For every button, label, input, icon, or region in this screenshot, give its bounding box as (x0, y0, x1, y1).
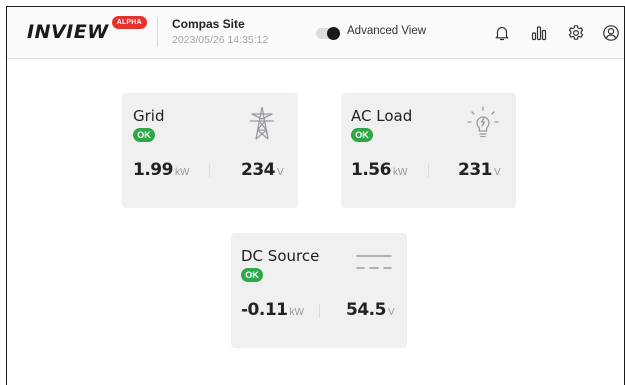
logo-text: INVIEW (27, 21, 109, 43)
ac-load-card[interactable]: AC Load OK 1.56 kW 231 V (341, 93, 516, 208)
advanced-view-label: Advanced View (347, 25, 427, 37)
power-readout: 1.56 kW (351, 160, 407, 180)
chart-icon[interactable] (527, 21, 551, 45)
voltage-unit: V (494, 167, 501, 178)
voltage-value: 54.5 (346, 300, 386, 320)
value-separator (209, 164, 210, 178)
settings-icon[interactable] (564, 21, 588, 45)
logo[interactable]: INVIEW ALPHA (27, 16, 147, 43)
voltage-value: 231 (458, 160, 493, 180)
power-value: 1.56 (351, 160, 391, 180)
site-timestamp: 2023/05/26 14:35:12 (172, 34, 269, 46)
dc-source-card[interactable]: DC Source OK -0.11 kW 54.5 V (231, 233, 407, 348)
card-title: DC Source (241, 247, 320, 265)
voltage-readout: 234 V (241, 160, 284, 180)
grid-card[interactable]: Grid OK 1.99 kW 234 V (122, 93, 298, 208)
site-name: Compas Site (172, 17, 245, 31)
power-unit: kW (392, 167, 408, 178)
transmission-tower-icon (246, 105, 278, 146)
power-readout: -0.11 kW (241, 300, 304, 320)
voltage-unit: V (387, 307, 395, 318)
toggle-knob (327, 27, 340, 40)
power-unit: kW (289, 307, 304, 318)
user-icon[interactable] (599, 21, 623, 45)
status-badge: OK (241, 268, 263, 282)
bell-icon[interactable] (490, 21, 514, 45)
advanced-view-toggle[interactable] (316, 27, 340, 40)
site-info: Compas Site 2023/05/26 14:35:12 (172, 17, 268, 47)
power-unit: kW (174, 167, 190, 178)
header-divider (157, 17, 158, 47)
card-title: AC Load (351, 107, 413, 125)
value-separator (319, 304, 320, 318)
card-title: Grid (133, 107, 165, 125)
value-separator (428, 164, 429, 178)
status-badge: OK (351, 128, 373, 142)
power-value: -0.11 (241, 300, 288, 320)
voltage-readout: 231 V (458, 160, 501, 180)
voltage-readout: 54.5 V (346, 300, 395, 320)
app-window: INVIEW ALPHA Compas Site 2023/05/26 14:3… (6, 6, 625, 385)
power-value: 1.99 (133, 160, 173, 180)
dc-symbol-icon (356, 253, 392, 280)
top-bar: INVIEW ALPHA Compas Site 2023/05/26 14:3… (7, 7, 624, 59)
power-readout: 1.99 kW (133, 160, 189, 180)
status-badge: OK (133, 128, 155, 142)
alpha-badge: ALPHA (111, 16, 147, 29)
lightbulb-icon (466, 105, 500, 146)
voltage-unit: V (277, 167, 284, 178)
voltage-value: 234 (241, 160, 276, 180)
